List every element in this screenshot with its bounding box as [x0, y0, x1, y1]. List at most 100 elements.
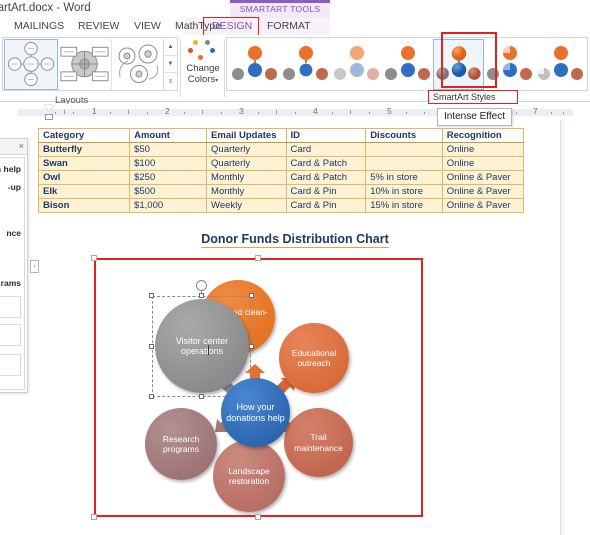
resize-handle-s[interactable] [199, 394, 204, 399]
cell-recognition: Online [441, 142, 525, 157]
cell-id: Card & Pin [285, 198, 367, 213]
resize-handle-ne[interactable] [249, 293, 254, 298]
ribbon-group-separator-1 [180, 39, 181, 97]
ruler-mark-2: 2 [165, 106, 170, 116]
node-trail-maintenance[interactable]: Trail maintenance [284, 408, 353, 477]
layouts-scroll-up-button[interactable]: ▲ [164, 39, 177, 56]
cell-category: Elk [37, 184, 131, 199]
resize-handle-nw[interactable] [149, 293, 154, 298]
title-bar: SMARTART TOOLS martArt.docx - Word [0, 0, 590, 18]
change-colors-label-line1: Change [186, 63, 220, 74]
rotation-handle[interactable] [196, 280, 207, 291]
col-id: ID [285, 128, 367, 143]
ruler-mark-3: 3 [239, 106, 244, 116]
style-thumbnail-1[interactable] [229, 39, 280, 90]
resize-handle-e[interactable] [249, 344, 254, 349]
layouts-scroll-buttons[interactable]: ▲ ▼ ≡ [163, 39, 177, 90]
style-thumbnail-4[interactable] [382, 39, 433, 90]
smartart-canvas: Riverbed clean-up Educational outreach T… [96, 260, 421, 515]
cell-recognition: Online [441, 156, 525, 171]
style-tooltip: Intense Effect [437, 108, 512, 126]
chart-title-text: Donor Funds Distribution Chart [201, 232, 389, 248]
change-colors-button[interactable]: Change Colors▾ [183, 38, 223, 94]
cell-amount: $250 [129, 170, 208, 185]
cell-email: Quarterly [206, 156, 287, 171]
text-pane-line-2[interactable]: -up [8, 182, 21, 192]
shape-selection-box [152, 296, 251, 397]
node-educational-outreach[interactable]: Educational outreach [279, 323, 349, 393]
ruler-mark-4: 4 [313, 106, 318, 116]
close-icon[interactable]: × [19, 141, 24, 151]
object-handle-bottom[interactable] [255, 514, 261, 520]
layout-thumbnail-1[interactable] [4, 39, 58, 90]
style-thumbnail-7[interactable] [535, 39, 586, 90]
node-center-how-your-donations-help[interactable]: How your donations help [221, 378, 290, 447]
layouts-scroll-down-button[interactable]: ▼ [164, 56, 177, 73]
table-row: Owl $250 Monthly Card & Patch 5% in stor… [37, 170, 525, 185]
col-recognition: Recognition [441, 128, 525, 143]
object-handle-top[interactable] [255, 255, 261, 261]
cell-category: Swan [37, 156, 131, 171]
style-thumbnail-3[interactable] [331, 39, 382, 90]
smartart-styles-gallery[interactable] [226, 37, 588, 91]
cell-recognition: Online & Paver [441, 198, 525, 213]
cell-email: Weekly [206, 198, 287, 213]
layouts-more-button[interactable]: ≡ [164, 73, 177, 90]
text-pane-expand-arrow[interactable]: › [30, 260, 39, 273]
text-pane-line-4[interactable]: rams [1, 278, 21, 288]
layout-thumbnail-2[interactable] [58, 39, 112, 90]
node-research-programs[interactable]: Research programs [145, 408, 217, 480]
layout-gears-icon [118, 44, 159, 83]
ruler-mark-7: 7 [533, 106, 538, 116]
vertical-scrollbar[interactable] [560, 120, 564, 535]
change-colors-caret-icon[interactable]: ▾ [215, 78, 218, 84]
node-label: Research programs [162, 433, 200, 455]
change-colors-icon [186, 40, 220, 62]
text-pane-entry-box-3[interactable] [0, 354, 21, 376]
text-pane-line-1[interactable]: s help [0, 164, 21, 174]
text-pane-entry-box-2[interactable] [0, 324, 21, 346]
resize-handle-w[interactable] [149, 344, 154, 349]
smartart-styles-group-label: SmartArt Styles [433, 92, 496, 102]
style-subtle-effect-icon [334, 46, 379, 80]
document-title: martArt.docx - Word [0, 2, 91, 14]
ruler-mark-1: 1 [92, 106, 97, 116]
text-pane-header: × [0, 139, 27, 155]
change-colors-label-text: Colors [187, 74, 216, 85]
style-simple-fill-icon [232, 46, 277, 80]
tab-format[interactable]: FORMAT [267, 20, 311, 32]
first-line-indent-marker[interactable] [44, 105, 54, 111]
style-moderate-effect-icon [385, 46, 430, 80]
node-label: Landscape restoration [228, 465, 270, 487]
tab-mailings[interactable]: MAILINGS [14, 20, 64, 32]
cell-recognition: Online & Paver [441, 170, 525, 185]
cell-amount: $50 [129, 142, 208, 157]
cell-category: Bison [37, 198, 131, 213]
col-email-updates: Email Updates [206, 128, 287, 143]
cell-email: Monthly [206, 184, 287, 199]
cell-id: Card & Patch [285, 156, 367, 171]
text-pane-body[interactable]: s help -up nce rams [0, 157, 25, 390]
object-handle-topleft[interactable] [91, 255, 97, 261]
layout-thumbnail-3[interactable] [112, 39, 166, 90]
text-pane-entry-box-1[interactable] [0, 296, 21, 318]
col-category: Category [37, 128, 131, 143]
change-colors-label-line2: Colors▾ [183, 74, 223, 87]
document-canvas: Category Amount Email Updates ID Discoun… [0, 120, 590, 535]
smartart-text-pane[interactable]: × s help -up nce rams [0, 138, 28, 393]
chart-title: Donor Funds Distribution Chart [18, 232, 572, 248]
cell-discount: 10% in store [365, 184, 443, 199]
layouts-gallery[interactable]: ▲ ▼ ≡ [2, 37, 178, 91]
table-row: Elk $500 Monthly Card & Pin 10% in store… [37, 184, 525, 199]
cell-email: Quarterly [206, 142, 287, 157]
resize-handle-sw[interactable] [149, 394, 154, 399]
text-pane-line-3[interactable]: nce [6, 228, 21, 238]
smartart-graphic-frame[interactable]: Riverbed clean-up Educational outreach T… [94, 258, 423, 517]
tab-review[interactable]: REVIEW [78, 20, 119, 32]
style-thumbnail-2[interactable] [280, 39, 331, 90]
cell-category: Butterfly [37, 142, 131, 157]
node-landscape-restoration[interactable]: Landscape restoration [213, 440, 285, 512]
object-handle-bottomleft[interactable] [91, 514, 97, 520]
tab-view[interactable]: VIEW [134, 20, 161, 32]
resize-handle-n[interactable] [199, 293, 204, 298]
